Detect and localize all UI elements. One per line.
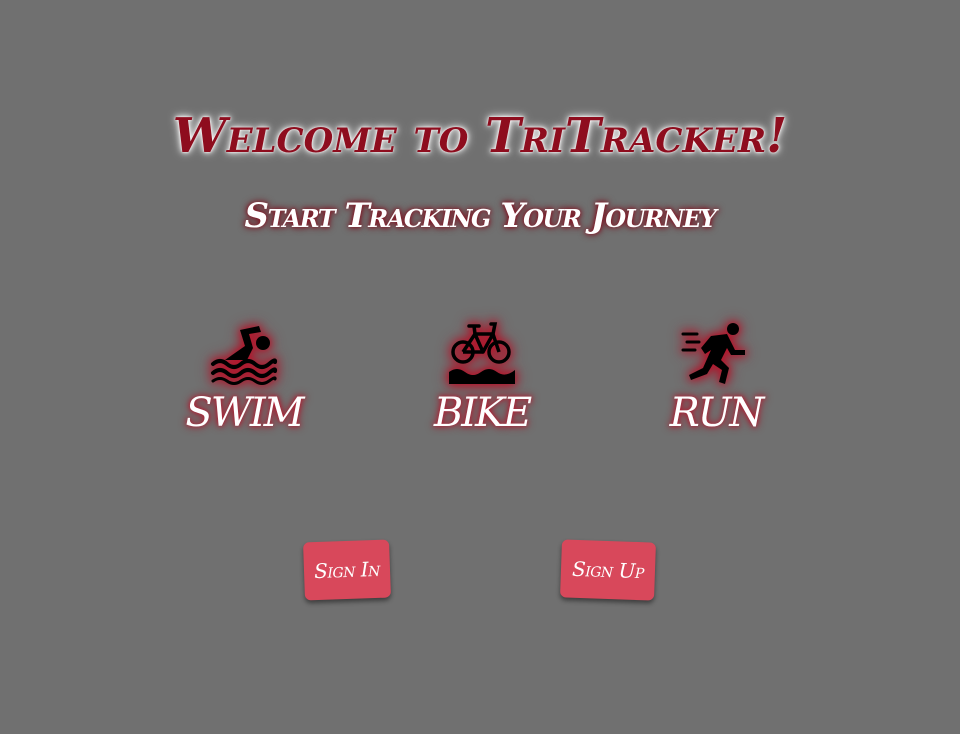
bicycle-icon [449, 322, 515, 384]
sport-run: RUN [636, 320, 796, 436]
runner-icon [681, 323, 745, 384]
sign-up-button[interactable]: Sign Up [560, 539, 656, 601]
sign-in-button[interactable]: Sign In [303, 539, 391, 601]
page-subtitle: Start Tracking Your Journey [244, 196, 717, 236]
sport-label-bike: BIKE [433, 390, 532, 436]
sport-swim: SWIM [164, 320, 324, 436]
sport-label-swim: SWIM [185, 390, 304, 436]
swimmer-icon [211, 326, 278, 385]
page-title: Welcome to TriTracker! [172, 108, 788, 164]
sport-label-run: RUN [669, 390, 765, 436]
sport-bike: BIKE [402, 320, 562, 436]
